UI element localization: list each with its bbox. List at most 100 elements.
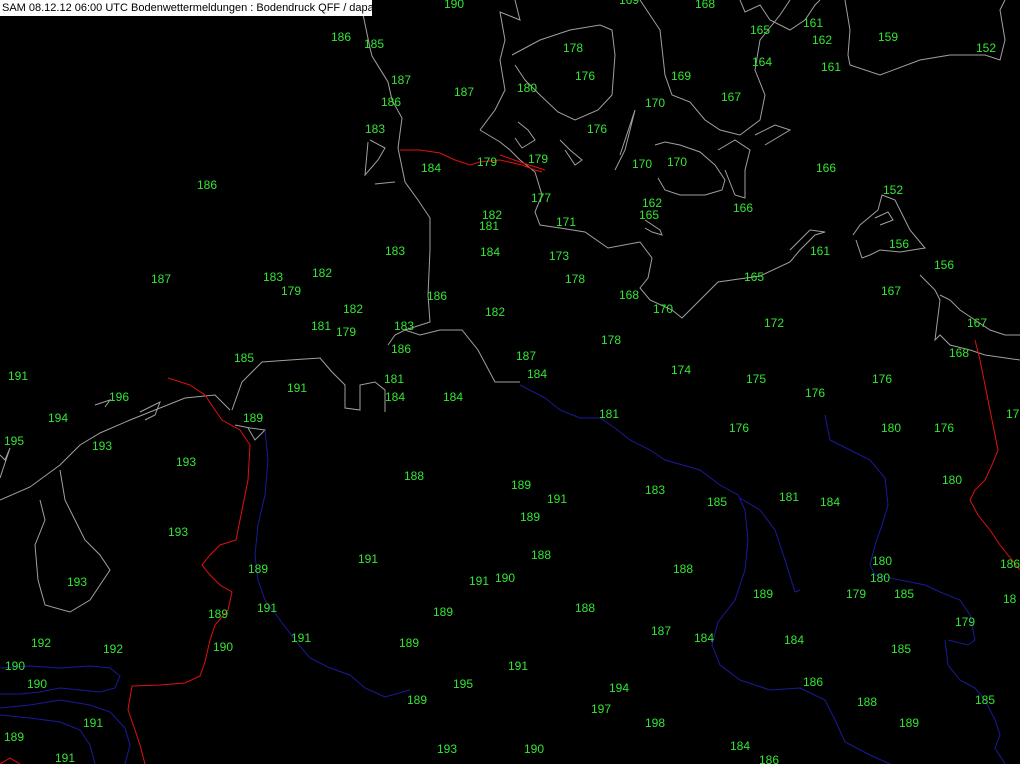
station-value: 178: [601, 333, 621, 347]
station-value: 170: [632, 157, 652, 171]
station-value: 185: [891, 642, 911, 656]
station-value: 180: [870, 571, 890, 585]
station-value: 165: [639, 208, 659, 222]
station-value: 190: [5, 659, 25, 673]
station-value: 184: [527, 367, 547, 381]
station-value: 182: [343, 302, 363, 316]
station-value: 175: [746, 372, 766, 386]
station-value: 181: [599, 407, 619, 421]
station-value: 192: [103, 642, 123, 656]
station-value: 189: [511, 478, 531, 492]
station-value: 189: [407, 693, 427, 707]
station-value: 156: [889, 237, 909, 251]
station-value: 184: [480, 245, 500, 259]
station-value: 166: [733, 201, 753, 215]
station-value: 188: [531, 548, 551, 562]
station-value: 190: [444, 0, 464, 11]
station-value: 176: [575, 69, 595, 83]
station-value: 182: [485, 305, 505, 319]
station-value: 177: [531, 191, 551, 205]
coastline: [479, 0, 521, 131]
station-value: 186: [759, 753, 779, 764]
station-value: 179: [528, 152, 548, 166]
station-value: 162: [812, 33, 832, 47]
station-value: 190: [495, 571, 515, 585]
station-value: 188: [673, 562, 693, 576]
station-value: 168: [619, 288, 639, 302]
station-value: 186: [391, 342, 411, 356]
station-value: 184: [421, 161, 441, 175]
station-value: 191: [547, 492, 567, 506]
border: [0, 757, 21, 764]
station-value: 184: [730, 739, 750, 753]
station-value: 190: [524, 742, 544, 756]
station-value: 186: [381, 95, 401, 109]
coastline: [139, 400, 161, 421]
station-value: 195: [4, 434, 24, 448]
station-value: 191: [287, 381, 307, 395]
station-value: 183: [645, 483, 665, 497]
station-value: 191: [83, 716, 103, 730]
station-value: 170: [667, 155, 687, 169]
coastline: [514, 121, 536, 149]
station-value: 183: [394, 319, 414, 333]
station-value: 18: [1003, 592, 1017, 606]
coastline-group: [0, 0, 1020, 613]
station-value: 183: [385, 244, 405, 258]
station-value: 156: [934, 258, 954, 272]
station-value: 189: [4, 730, 24, 744]
station-value: 178: [565, 272, 585, 286]
station-value: 185: [894, 587, 914, 601]
station-value: 152: [883, 183, 903, 197]
station-value: 164: [752, 55, 772, 69]
station-value: 185: [234, 351, 254, 365]
coastline: [717, 139, 751, 199]
coastline: [374, 181, 396, 185]
station-value: 194: [48, 411, 68, 425]
station-value: 191: [358, 552, 378, 566]
station-value: 191: [257, 601, 277, 615]
station-value: 186: [197, 178, 217, 192]
coastline: [874, 211, 894, 226]
station-value: 17: [1006, 407, 1020, 421]
station-value: 176: [729, 421, 749, 435]
station-value: 191: [469, 574, 489, 588]
station-value: 170: [645, 96, 665, 110]
coastline: [387, 329, 520, 383]
station-value: 179: [281, 284, 301, 298]
river: [739, 497, 801, 593]
station-value: 189: [433, 605, 453, 619]
station-value: 187: [651, 624, 671, 638]
station-value: 167: [967, 316, 987, 330]
station-value: 182: [312, 266, 332, 280]
station-value: 192: [31, 636, 51, 650]
station-value: 185: [707, 495, 727, 509]
station-value: 187: [391, 73, 411, 87]
station-value: 187: [454, 85, 474, 99]
station-value: 159: [878, 30, 898, 44]
station-value: 185: [975, 693, 995, 707]
station-value: 179: [336, 325, 356, 339]
weather-map: 190 169 168 165 161 162 159 152 186 185 178 176 169 1…: [0, 0, 1020, 764]
station-value: 186: [331, 30, 351, 44]
station-value: 179: [846, 587, 866, 601]
station-value: 166: [816, 161, 836, 175]
station-value: 184: [784, 633, 804, 647]
coastline: [34, 469, 111, 613]
station-value: 167: [721, 90, 741, 104]
river: [254, 429, 411, 698]
station-value: 189: [208, 607, 228, 621]
coastline: [844, 0, 1006, 76]
station-value: 189: [399, 636, 419, 650]
station-value: 187: [151, 272, 171, 286]
coastline: [0, 394, 231, 501]
coastline: [654, 141, 726, 196]
station-value: 197: [591, 702, 611, 716]
station-value: 180: [517, 81, 537, 95]
station-value: 195: [453, 677, 473, 691]
station-value: 181: [779, 490, 799, 504]
station-value: 193: [92, 439, 112, 453]
station-value: 196: [109, 390, 129, 404]
station-value: 173: [549, 249, 569, 263]
station-value: 171: [556, 215, 576, 229]
